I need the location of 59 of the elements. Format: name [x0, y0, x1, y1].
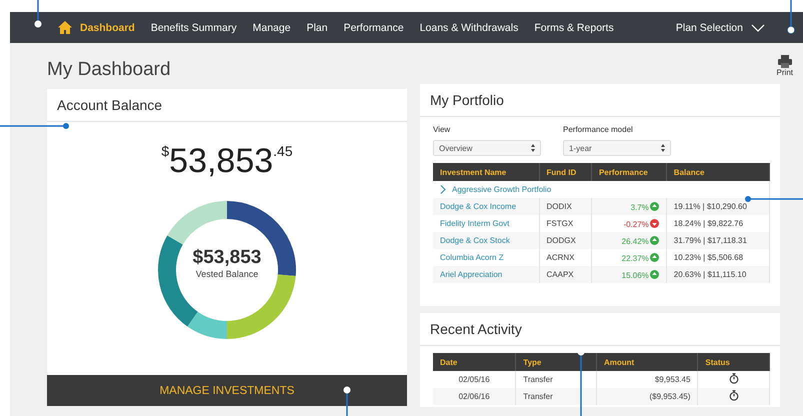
callout-marker	[787, 0, 795, 34]
balance-amount: $^{$}$53,853$^{.45}$	[160, 142, 294, 181]
printer-icon[interactable]	[778, 55, 792, 68]
table-cell: Transfer	[516, 388, 596, 405]
manage-investments-button[interactable]: MANAGE INVESTMENTS	[47, 375, 407, 406]
fund-name-link[interactable]: Fidelity Interm Govt	[440, 219, 510, 228]
print-button[interactable]: Print	[776, 55, 793, 77]
stopwatch-icon	[728, 390, 739, 401]
stopwatch-icon	[728, 373, 739, 384]
column-header: Date	[433, 353, 516, 371]
home-icon[interactable]	[58, 21, 72, 34]
select-dropdown[interactable]: Overview	[433, 140, 541, 156]
nav-link[interactable]: Forms & Reports	[534, 22, 614, 34]
column-header: Performance	[591, 163, 666, 181]
table-cell: 31.79% | $17,118.31	[666, 232, 770, 249]
nav-link[interactable]: Plan	[306, 22, 328, 34]
sort-arrows-icon[interactable]	[531, 144, 535, 152]
select-dropdown[interactable]: 1-year	[563, 140, 671, 156]
table-cell: DODGX	[539, 232, 592, 249]
callout-marker	[344, 386, 350, 416]
fund-name-link[interactable]: Columbia Acorn Z	[440, 253, 504, 262]
callout-marker	[0, 123, 69, 129]
column-header: Type	[516, 353, 596, 371]
table-cell: 20.63% | $11,115.10	[666, 266, 770, 283]
table-cell: 02/06/16	[433, 388, 516, 405]
vested-balance-label: Vested Balance	[194, 269, 260, 279]
card-title: My Portfolio	[420, 84, 780, 117]
nav-link[interactable]: Loans & Withdrawals	[420, 22, 518, 34]
chevron-right-icon[interactable]	[440, 185, 446, 194]
table-cell: ($9,953.45)	[596, 388, 698, 405]
performance-value: -0.27%	[623, 220, 649, 228]
nav-link[interactable]: Performance	[344, 22, 404, 34]
plan-selection-dropdown[interactable]: Plan Selection	[676, 22, 743, 34]
field-label: Performance model	[563, 125, 634, 134]
vested-balance-value: $53,853	[192, 247, 262, 269]
table-cell: DODIX	[539, 198, 592, 215]
performance-value: 22.37%	[622, 254, 649, 262]
nav-link[interactable]: Manage	[252, 22, 291, 34]
column-header: Amount	[596, 353, 698, 371]
table-cell: 19.11% | $10,290.60	[666, 198, 770, 215]
column-header: Status	[698, 353, 770, 371]
column-header: Fund ID	[539, 163, 592, 181]
performance-value: 15.06%	[622, 270, 649, 280]
column-header: Balance	[666, 163, 770, 181]
table-cell: CAAPX	[539, 266, 592, 283]
performance-value: 3.7%	[630, 202, 649, 212]
page-title: My Dashboard	[47, 58, 172, 82]
performance-value: 26.42%	[622, 236, 649, 246]
nav-link[interactable]: Benefits Summary	[150, 22, 237, 34]
sort-arrows-icon[interactable]	[661, 144, 665, 152]
field-label: View	[433, 125, 452, 134]
portfolio-group-link[interactable]: Aggressive Growth Portfolio	[452, 185, 552, 194]
card-title: Account Balance	[47, 89, 407, 122]
nav-link[interactable]: Dashboard	[80, 22, 135, 34]
card-title: Recent Activity	[420, 313, 780, 346]
callout-marker	[34, 0, 42, 28]
column-header: Investment Name	[433, 163, 540, 181]
callout-marker	[745, 196, 803, 202]
chevron-down-icon[interactable]	[751, 24, 765, 32]
